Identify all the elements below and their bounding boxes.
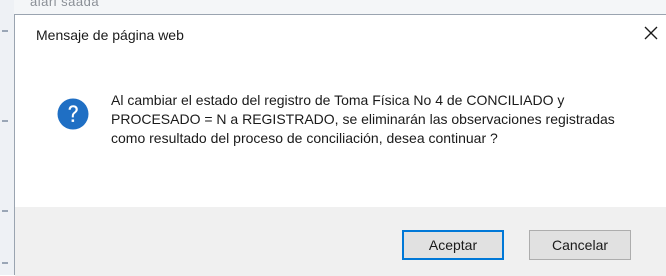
dialog-titlebar[interactable]: Mensaje de página web bbox=[15, 15, 666, 51]
background-edge-mark bbox=[2, 210, 8, 212]
background-window-strip: alarl saada bbox=[0, 0, 666, 14]
message-dialog: Mensaje de página web Al cambiar el esta… bbox=[14, 14, 666, 276]
background-edge-mark bbox=[2, 262, 8, 264]
accept-button[interactable]: Aceptar bbox=[402, 230, 504, 260]
dialog-message: Al cambiar el estado del registro de Tom… bbox=[111, 92, 615, 146]
dialog-content: Al cambiar el estado del registro de Tom… bbox=[15, 51, 666, 207]
close-icon bbox=[644, 26, 658, 40]
background-window-edge bbox=[0, 0, 14, 275]
background-partial-text: alarl saada bbox=[30, 0, 100, 9]
background-edge-mark bbox=[2, 30, 8, 32]
dialog-footer: Aceptar Cancelar bbox=[15, 207, 666, 276]
background-edge-mark bbox=[2, 120, 8, 122]
close-button[interactable] bbox=[639, 21, 663, 45]
cancel-button[interactable]: Cancelar bbox=[529, 230, 631, 260]
question-icon bbox=[57, 98, 89, 130]
dialog-title: Mensaje de página web bbox=[36, 27, 184, 43]
